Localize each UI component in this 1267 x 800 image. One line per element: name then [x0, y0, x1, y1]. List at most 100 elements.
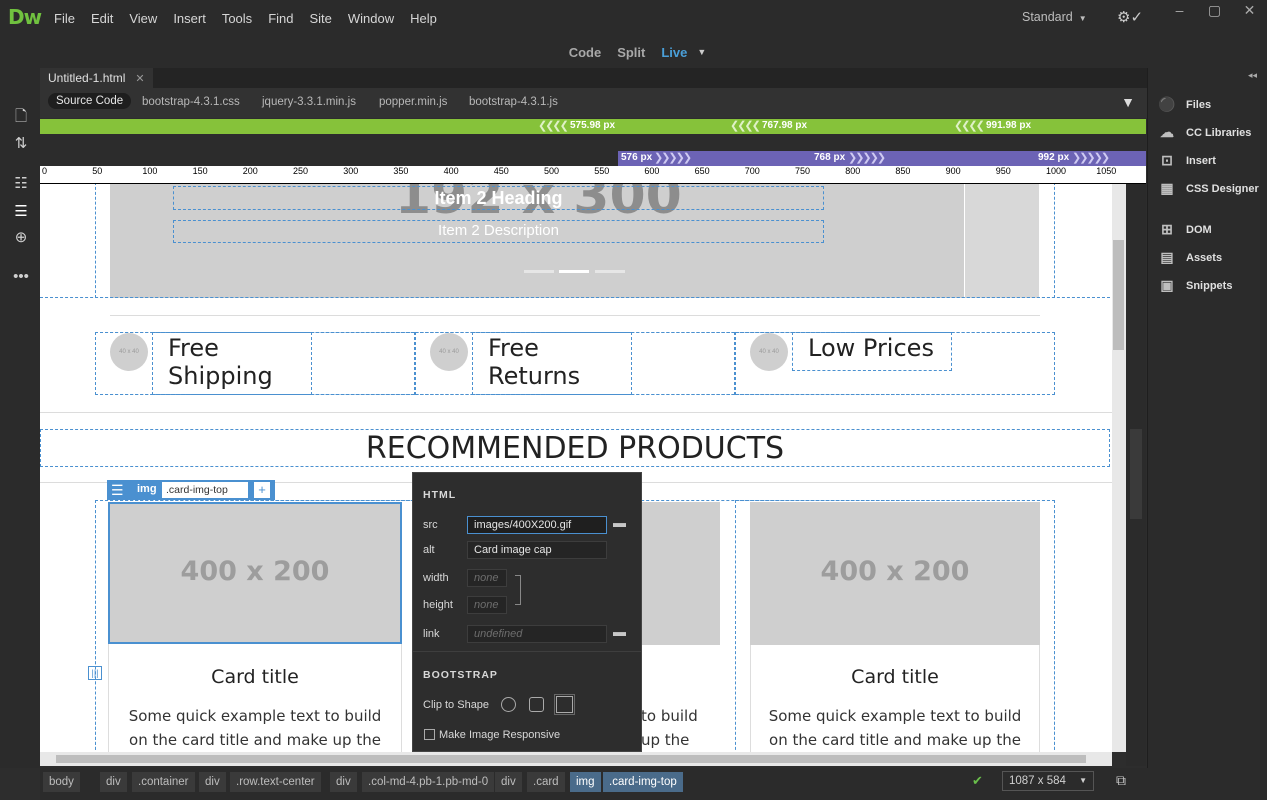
panel-files[interactable]: ⚫ Files	[1156, 96, 1211, 113]
menu-window[interactable]: Window	[340, 11, 402, 26]
window-size-select[interactable]: 1087 x 584 ▼	[1002, 771, 1094, 791]
menu-file[interactable]: File	[46, 11, 83, 26]
related-file-jquery[interactable]: jquery-3.3.1.min.js	[262, 96, 356, 108]
more-icon[interactable]: •••	[12, 268, 30, 285]
section-title: RECOMMENDED PRODUCTS	[365, 431, 785, 466]
divider	[40, 412, 1112, 413]
max-width-media-query-bar[interactable]: ❮❮❮❮ 575.98 px ❮❮❮❮ 767.98 px ❮❮❮❮ 991.9…	[40, 119, 1146, 134]
responsive-checkbox[interactable]	[424, 729, 435, 740]
horizontal-scroll-thumb[interactable]	[56, 755, 1086, 763]
clip-rounded-button[interactable]	[529, 697, 544, 712]
no-errors-check-icon[interactable]: ✔	[972, 773, 983, 789]
panel-dom[interactable]: ⊞ DOM	[1156, 221, 1212, 238]
code-format-icon[interactable]: ☷	[12, 174, 30, 192]
card-text: Some quick example text to build on the c…	[768, 707, 1022, 749]
menu-find[interactable]: Find	[260, 11, 301, 26]
view-live-button[interactable]: Live	[661, 45, 687, 60]
constrain-proportions-icon[interactable]	[515, 575, 521, 605]
crumb-card[interactable]: .card	[527, 772, 565, 792]
column-handle-icon[interactable]: |||	[88, 666, 102, 680]
menu-view[interactable]: View	[121, 11, 165, 26]
related-file-bootstrap-css[interactable]: bootstrap-4.3.1.css	[142, 96, 240, 108]
mq-purple-992[interactable]: 992 px	[1038, 152, 1069, 163]
mq-purple-576[interactable]: 576 px	[621, 152, 652, 163]
ruler-tick: 250	[293, 166, 309, 176]
assets-icon: ▤	[1160, 249, 1174, 265]
add-class-button[interactable]: +	[254, 482, 270, 498]
menu-tools[interactable]: Tools	[214, 11, 260, 26]
crumb-card-img-top[interactable]: .card-img-top	[603, 772, 683, 792]
crumb-body[interactable]: body	[43, 772, 80, 792]
width-input[interactable]: none	[467, 569, 507, 587]
minimize-icon[interactable]: –	[1162, 0, 1197, 22]
menu-insert[interactable]: Insert	[165, 11, 214, 26]
mq-green-991[interactable]: 991.98 px	[986, 120, 1031, 131]
crumb-img[interactable]: img	[570, 772, 601, 792]
related-file-popper[interactable]: popper.min.js	[379, 96, 447, 108]
mq-purple-768[interactable]: 768 px	[814, 152, 845, 163]
panel-css-designer[interactable]: ▦ CSS Designer	[1156, 180, 1258, 197]
src-input[interactable]: images/400X200.gif	[467, 516, 607, 534]
class-input[interactable]: .card-img-top	[162, 482, 248, 498]
min-width-media-query-bar[interactable]: 576 px ❯❯❯❯❯ 768 px ❯❯❯❯❯ 992 px ❯❯❯❯❯	[618, 151, 1146, 166]
menu-edit[interactable]: Edit	[83, 11, 121, 26]
panel-snippets[interactable]: ▣ Snippets	[1156, 277, 1232, 294]
chevron-down-icon[interactable]: ▼	[697, 47, 706, 57]
mq-green-767[interactable]: 767.98 px	[762, 120, 807, 131]
chevron-down-icon: ▼	[1078, 14, 1087, 23]
document-tab[interactable]: Untitled-1.html ✕	[40, 68, 153, 88]
alt-label: alt	[423, 544, 435, 556]
workspace-switcher[interactable]: Standard ▼	[1022, 10, 1087, 24]
hamburger-icon[interactable]: ☰	[111, 482, 124, 499]
height-input[interactable]: none	[467, 596, 507, 614]
close-icon[interactable]: ✕	[1232, 0, 1267, 22]
ruler-tick: 450	[493, 166, 509, 176]
vertical-scroll-thumb[interactable]	[1113, 240, 1124, 350]
ruler-tick: 950	[995, 166, 1011, 176]
open-document-icon[interactable]: 🗋	[12, 106, 30, 131]
alt-input[interactable]: Card image cap	[467, 541, 607, 559]
panel-cc-libraries[interactable]: ☁ CC Libraries	[1156, 124, 1251, 141]
inspect-icon[interactable]: ⊕	[12, 228, 30, 246]
crumb-col[interactable]: .col-md-4.pb-1.pb-md-0	[362, 772, 495, 792]
link-input[interactable]: undefined	[467, 625, 607, 643]
right-panel-dock: ◂◂ ⚫ Files ☁ CC Libraries ⊡ Insert ▦ CSS Des…	[1147, 68, 1267, 768]
related-file-bootstrap-js[interactable]: bootstrap-4.3.1.js	[469, 96, 558, 108]
clip-thumbnail-button[interactable]	[554, 694, 575, 715]
crumb-div[interactable]: div	[330, 772, 357, 792]
related-file-source-code[interactable]: Source Code	[48, 93, 132, 109]
card-image-placeholder: 400 x 200	[180, 556, 330, 587]
view-split-button[interactable]: Split	[617, 45, 645, 60]
snippets-icon: ▣	[1160, 277, 1174, 293]
close-tab-icon[interactable]: ✕	[135, 72, 144, 85]
mq-green-575[interactable]: 575.98 px	[570, 120, 615, 131]
preview-icon[interactable]: ⧉	[1116, 772, 1126, 789]
menu-site[interactable]: Site	[301, 11, 339, 26]
menu-help[interactable]: Help	[402, 11, 445, 26]
structure-icon[interactable]: ☰	[12, 202, 30, 220]
card-img-top[interactable]	[638, 502, 720, 645]
browse-folder-icon[interactable]: ▬	[613, 624, 626, 639]
bootstrap-section-header: BOOTSTRAP	[423, 669, 498, 681]
maximize-icon[interactable]: ▢	[1197, 0, 1232, 22]
ruler-tick: 800	[845, 166, 861, 176]
panel-insert[interactable]: ⊡ Insert	[1156, 152, 1216, 169]
browse-folder-icon[interactable]: ▬	[613, 515, 626, 530]
crumb-row[interactable]: .row.text-center	[230, 772, 321, 792]
file-transfer-icon[interactable]: ⇅	[12, 134, 30, 152]
card-title: Card title	[851, 666, 939, 688]
sync-settings-gear-icon[interactable]: ⚙✓	[1117, 8, 1143, 26]
crumb-container[interactable]: .container	[132, 772, 195, 792]
splitter-handle[interactable]	[1130, 429, 1142, 519]
clip-circle-button[interactable]	[501, 697, 516, 712]
ruler-tick: 1000	[1046, 166, 1067, 176]
crumb-div[interactable]: div	[100, 772, 127, 792]
panel-assets[interactable]: ▤ Assets	[1156, 249, 1222, 266]
filter-icon[interactable]: ▼	[1121, 94, 1135, 110]
view-switcher: Code Split Live ▼	[0, 36, 1267, 68]
view-code-button[interactable]: Code	[569, 45, 602, 60]
crumb-div[interactable]: div	[199, 772, 226, 792]
crumb-div[interactable]: div	[495, 772, 522, 792]
collapse-panel-icon[interactable]: ◂◂	[1248, 70, 1257, 81]
feature-title-prices: Low Prices	[808, 334, 934, 362]
